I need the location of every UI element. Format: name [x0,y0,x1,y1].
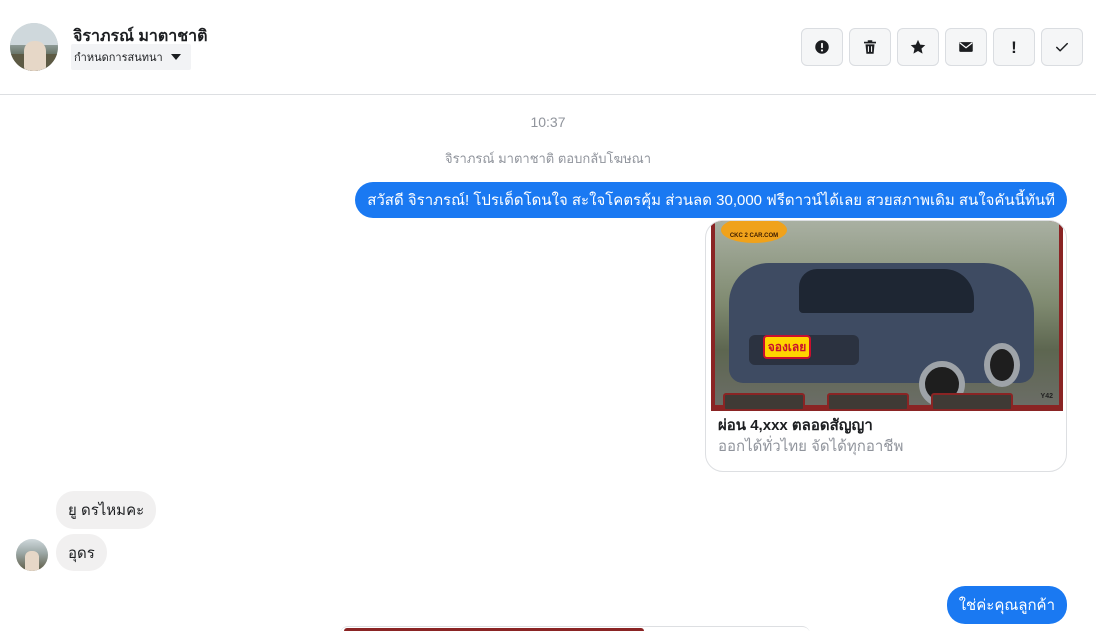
next-ad-card-partial [340,626,810,631]
outgoing-message[interactable]: ใช่ค่ะคุณลูกค้า [946,586,1067,624]
star-icon [910,39,926,54]
ad-sticker: จองเลย [763,335,811,359]
outgoing-message[interactable]: สวัสดี จิราภรณ์! โปรเด็ดโดนใจ สะใจโคตรคุ… [355,182,1067,218]
conversation-header: จิราภรณ์ มาตาชาติ กำหนดการสนทนา ! [0,0,1096,95]
assign-conversation-label: กำหนดการสนทนา [74,52,163,64]
message-timestamp: 10:37 [530,114,566,130]
incoming-message[interactable]: อุดร [56,534,107,571]
ad-thumbnails [715,393,1059,411]
ad-card[interactable]: CKC 2 CAR.COM จองเลย Y42 ผ่อน 4,xxx ตลอด… [705,220,1067,472]
ad-reply-note: จิราภรณ์ มาตาชาติ ตอบกลับโฆษณา [444,151,652,166]
contact-avatar[interactable] [10,23,58,71]
delete-button[interactable] [849,28,891,66]
alert-circle-icon [815,40,829,54]
follow-up-button[interactable]: ! [993,28,1035,66]
mark-unread-button[interactable] [945,28,987,66]
checkmark-icon [1056,42,1068,52]
contact-avatar-small [16,539,48,571]
report-spam-button[interactable] [801,28,843,66]
incoming-message[interactable]: ยู ดรไหมคะ [56,491,157,529]
trash-icon [864,40,876,54]
ad-card-subtitle: ออกได้ทั่วไทย จัดได้ทุกอาชีพ [718,438,904,455]
ad-card-image[interactable]: CKC 2 CAR.COM จองเลย Y42 [711,221,1063,411]
mark-done-button[interactable] [1041,28,1083,66]
ad-year-mark: Y42 [1040,393,1053,400]
caret-down-icon [170,54,181,60]
exclamation-icon: ! [1011,37,1017,57]
envelope-icon [959,42,973,52]
star-button[interactable] [897,28,939,66]
assign-conversation-dropdown[interactable]: กำหนดการสนทนา [71,44,191,70]
